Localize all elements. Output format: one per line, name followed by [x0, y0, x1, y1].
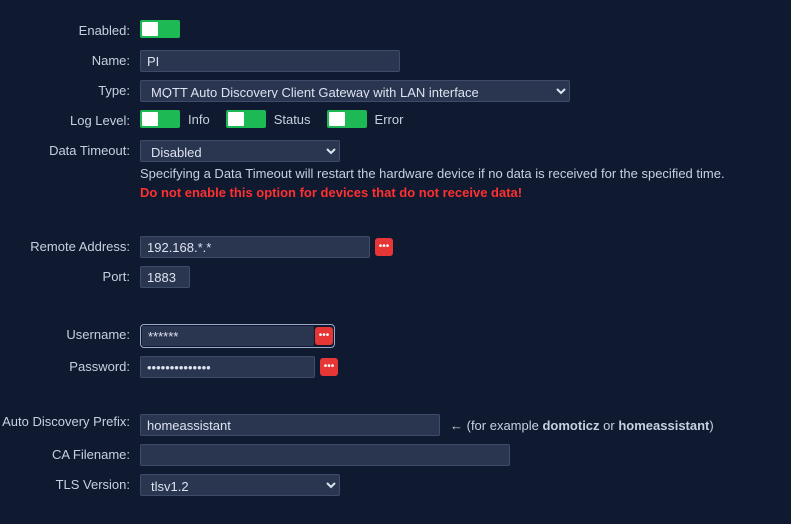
- datatimeout-label: Data Timeout:: [0, 140, 140, 158]
- remoteaddr-label: Remote Address:: [0, 236, 140, 254]
- dots-icon: •••: [379, 242, 390, 252]
- password-label: Password:: [0, 356, 140, 374]
- datatimeout-select[interactable]: Disabled: [140, 140, 340, 162]
- cafile-label: CA Filename:: [0, 444, 140, 462]
- datatimeout-help: Specifying a Data Timeout will restart t…: [140, 166, 725, 181]
- prefix-hint-mid: or: [600, 418, 619, 433]
- password-input[interactable]: [140, 356, 315, 378]
- username-label: Username:: [0, 324, 140, 342]
- remoteaddr-clear-button[interactable]: •••: [375, 238, 393, 256]
- loglevel-status-toggle[interactable]: [226, 110, 266, 128]
- enabled-label: Enabled:: [0, 20, 140, 38]
- enabled-toggle[interactable]: [140, 20, 180, 38]
- name-label: Name:: [0, 50, 140, 68]
- type-label: Type:: [0, 80, 140, 98]
- prefix-hint-b: homeassistant: [618, 418, 709, 433]
- type-select[interactable]: MQTT Auto Discovery Client Gateway with …: [140, 80, 570, 102]
- username-input[interactable]: [142, 326, 314, 346]
- tls-select[interactable]: tlsv1.2: [140, 474, 340, 496]
- dots-icon: •••: [319, 331, 330, 341]
- loglevel-error-label: Error: [375, 112, 404, 127]
- loglevel-status-label: Status: [274, 112, 311, 127]
- prefix-input[interactable]: [140, 414, 440, 436]
- username-clear-button[interactable]: •••: [315, 327, 333, 345]
- tls-label: TLS Version:: [0, 474, 140, 492]
- prefix-label: Auto Discovery Prefix:: [0, 414, 140, 429]
- port-input[interactable]: [140, 266, 190, 288]
- prefix-hint-pre: ← (for example: [450, 418, 542, 433]
- loglevel-error-toggle[interactable]: [327, 110, 367, 128]
- loglevel-info-toggle[interactable]: [140, 110, 180, 128]
- password-clear-button[interactable]: •••: [320, 358, 338, 376]
- prefix-hint: ← (for example domoticz or homeassistant…: [450, 418, 714, 433]
- dots-icon: •••: [324, 362, 335, 372]
- prefix-hint-post: ): [709, 418, 713, 433]
- remoteaddr-input[interactable]: [140, 236, 370, 258]
- port-label: Port:: [0, 266, 140, 284]
- cafile-input[interactable]: [140, 444, 510, 466]
- loglevel-label: Log Level:: [0, 110, 140, 128]
- name-input[interactable]: [140, 50, 400, 72]
- prefix-hint-a: domoticz: [542, 418, 599, 433]
- loglevel-info-label: Info: [188, 112, 210, 127]
- datatimeout-warning: Do not enable this option for devices th…: [140, 185, 522, 200]
